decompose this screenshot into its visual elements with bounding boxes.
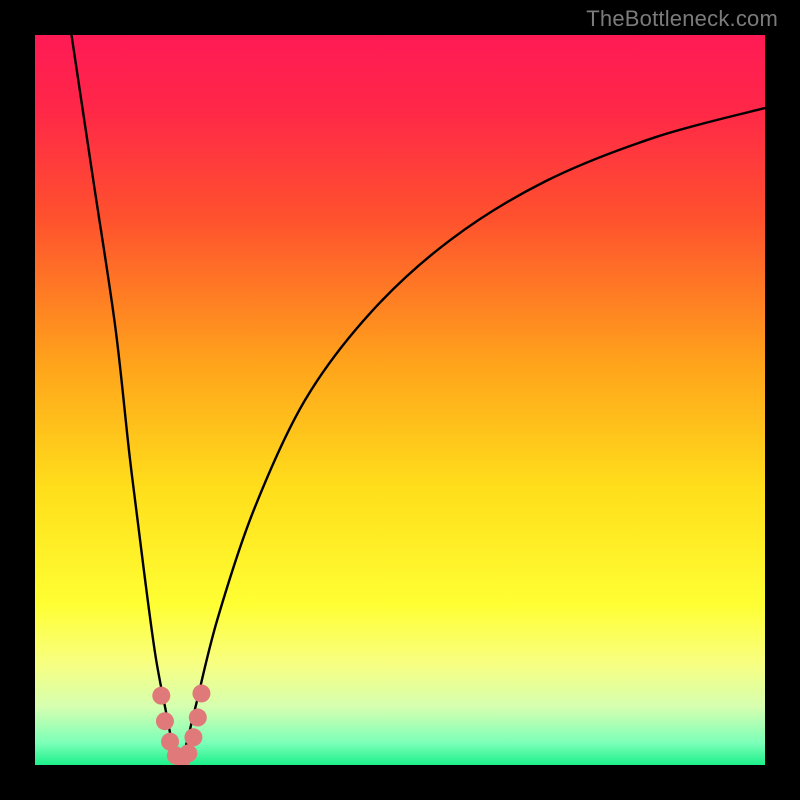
valley-dot xyxy=(152,687,170,705)
valley-dot xyxy=(156,712,174,730)
plot-area xyxy=(35,35,765,765)
watermark-text: TheBottleneck.com xyxy=(586,6,778,32)
valley-dot xyxy=(189,709,207,727)
valley-dot xyxy=(179,744,197,762)
valley-marker-dots xyxy=(152,684,210,765)
valley-dot xyxy=(192,684,210,702)
curve-left-branch xyxy=(72,35,179,765)
chart-svg xyxy=(35,35,765,765)
curve-right-branch xyxy=(179,108,765,765)
outer-frame: TheBottleneck.com xyxy=(0,0,800,800)
valley-dot xyxy=(184,728,202,746)
